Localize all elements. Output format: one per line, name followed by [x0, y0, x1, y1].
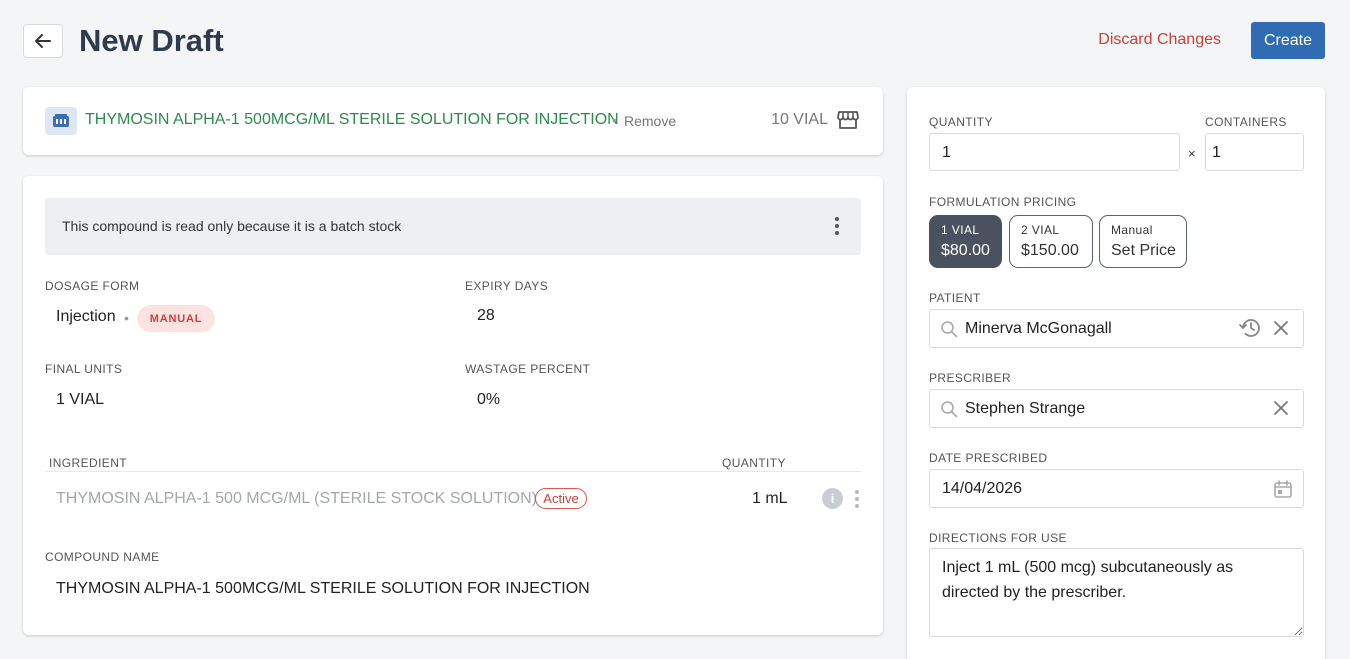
readonly-banner-text: This compound is read only because it is…	[62, 218, 402, 234]
pricing-option-price: Set Price	[1111, 242, 1176, 259]
search-icon	[941, 401, 958, 418]
containers-label: CONTAINERS	[1205, 115, 1287, 129]
prescriber-name: Stephen Strange	[965, 400, 1086, 417]
arrow-left-icon	[35, 34, 51, 48]
ingredient-divider	[45, 471, 861, 472]
final-units-value: 1 VIAL	[56, 391, 105, 408]
dosage-form-label: DOSAGE FORM	[45, 279, 140, 293]
product-name-link[interactable]: THYMOSIN ALPHA-1 500MCG/ML STERILE SOLUT…	[85, 111, 619, 129]
page-title: New Draft	[79, 23, 224, 58]
compound-name-value: THYMOSIN ALPHA-1 500MCG/ML STERILE SOLUT…	[56, 580, 590, 597]
pricing-option-unit: 2 VIAL	[1021, 223, 1060, 237]
quantity-label: QUANTITY	[929, 115, 993, 129]
banner-menu-icon[interactable]	[835, 217, 839, 235]
prescriber-label: PRESCRIBER	[929, 371, 1012, 385]
pricing-option-2-vial[interactable]: 2 VIAL $150.00	[1009, 215, 1093, 268]
wastage-percent-value: 0%	[477, 391, 501, 408]
compound-name-label: COMPOUND NAME	[45, 550, 160, 564]
quantity-column-header: QUANTITY	[722, 456, 786, 470]
quantity-input[interactable]: 1	[929, 133, 1180, 171]
pricing-option-price: $150.00	[1021, 242, 1079, 259]
pricing-option-1-vial[interactable]: 1 VIAL $80.00	[929, 215, 1002, 268]
directions-label: DIRECTIONS FOR USE	[929, 531, 1067, 545]
patient-label: PATIENT	[929, 291, 981, 305]
ingredient-quantity: 1 mL	[752, 490, 788, 507]
pricing-option-unit: 1 VIAL	[941, 223, 980, 237]
dosage-form-value: Injection	[56, 308, 116, 325]
history-icon[interactable]	[1239, 318, 1261, 338]
readonly-banner: This compound is read only because it is…	[45, 198, 861, 255]
page-header: New Draft Discard Changes Create	[23, 22, 1325, 60]
date-prescribed-value: 14/04/2026	[942, 480, 1023, 497]
product-quantity: 10 VIAL	[771, 111, 828, 128]
date-prescribed-input[interactable]: 14/04/2026	[929, 469, 1304, 508]
manual-badge: MANUAL	[137, 305, 215, 332]
ingredient-name: THYMOSIN ALPHA-1 500 MCG/ML (STERILE STO…	[56, 490, 537, 507]
pricing-option-unit: Manual	[1111, 223, 1153, 237]
expiry-days-value: 28	[477, 307, 495, 324]
wastage-percent-label: WASTAGE PERCENT	[465, 362, 591, 376]
final-units-label: FINAL UNITS	[45, 362, 123, 376]
create-button[interactable]: Create	[1251, 22, 1325, 59]
separator-dot: •	[612, 112, 617, 128]
ingredient-menu-icon[interactable]	[855, 490, 859, 508]
formulation-pricing-label: FORMULATION PRICING	[929, 195, 1077, 209]
clear-prescriber-icon[interactable]	[1273, 400, 1289, 416]
remove-product-button[interactable]: Remove	[624, 113, 676, 129]
date-prescribed-label: DATE PRESCRIBED	[929, 451, 1048, 465]
product-type-icon	[45, 107, 77, 135]
store-icon	[837, 111, 859, 129]
directions-textarea[interactable]: Inject 1 mL (500 mcg) subcutaneously as …	[929, 548, 1304, 637]
compound-details-card: This compound is read only because it is…	[23, 176, 883, 635]
search-icon	[941, 321, 958, 338]
patient-name: Minerva McGonagall	[965, 320, 1112, 337]
containers-input[interactable]: 1	[1205, 133, 1304, 171]
pricing-option-manual[interactable]: Manual Set Price	[1099, 215, 1187, 268]
clear-patient-icon[interactable]	[1273, 320, 1289, 336]
ingredient-column-header: INGREDIENT	[49, 456, 128, 470]
multiply-symbol: ×	[1188, 146, 1196, 161]
ingredient-status-badge: Active	[535, 488, 587, 509]
product-card: THYMOSIN ALPHA-1 500MCG/ML STERILE SOLUT…	[23, 87, 883, 155]
discard-changes-button[interactable]: Discard Changes	[1098, 31, 1221, 49]
patient-search-input[interactable]: Minerva McGonagall	[929, 309, 1304, 348]
order-sidebar-card: QUANTITY 1 × CONTAINERS 1 FORMULATION PR…	[907, 87, 1325, 659]
separator-dot: •	[124, 310, 129, 326]
info-icon[interactable]: i	[822, 488, 843, 509]
quantity-input-value: 1	[942, 144, 951, 161]
calendar-icon[interactable]	[1273, 479, 1293, 499]
pricing-option-price: $80.00	[941, 242, 990, 259]
expiry-days-label: EXPIRY DAYS	[465, 279, 549, 293]
back-button[interactable]	[23, 24, 63, 58]
containers-input-value: 1	[1212, 144, 1221, 161]
prescriber-search-input[interactable]: Stephen Strange	[929, 389, 1304, 428]
